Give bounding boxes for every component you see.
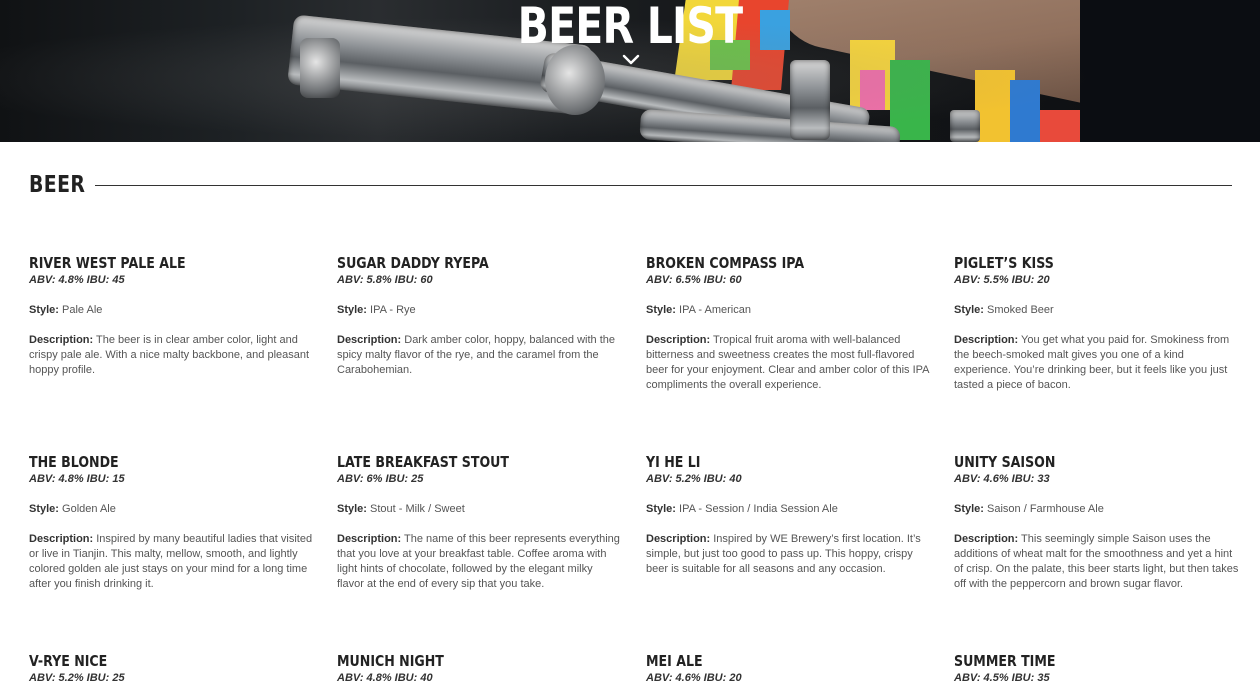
beer-item: YI HE LI ABV: 5.2% IBU: 40 Style: IPA - … — [646, 454, 931, 577]
beer-style: Style: IPA - American — [646, 303, 931, 317]
beer-style: Style: Stout - Milk / Sweet — [337, 502, 622, 516]
beer-tap — [790, 60, 830, 140]
beer-name: SUGAR DADDY RYEPA — [337, 254, 489, 272]
beer-name: LATE BREAKFAST STOUT — [337, 453, 510, 471]
beer-description: Description: Inspired by many beautiful … — [29, 532, 314, 592]
style-label: Style: — [954, 503, 984, 515]
beer-description: Description: Inspired by WE Brewery’s fi… — [646, 532, 931, 577]
beer-name: THE BLONDE — [29, 453, 119, 471]
style-label: Style: — [646, 503, 676, 515]
beer-description: Description: This seemingly simple Saiso… — [954, 532, 1239, 592]
beer-name: YI HE LI — [646, 453, 701, 471]
beer-item: THE BLONDE ABV: 4.8% IBU: 15 Style: Gold… — [29, 454, 314, 592]
beer-description: Description: Tropical fruit aroma with w… — [646, 333, 931, 393]
beer-item: SUMMER TIME ABV: 4.5% IBU: 35 — [954, 653, 1239, 685]
beer-description: Description: The name of this beer repre… — [337, 532, 622, 592]
beer-abv-ibu: ABV: 5.8% IBU: 60 — [337, 274, 433, 286]
beer-abv-ibu: ABV: 6% IBU: 25 — [337, 473, 424, 485]
beer-abv-ibu: ABV: 4.5% IBU: 35 — [954, 672, 1050, 684]
beer-item: PIGLET’S KISS ABV: 5.5% IBU: 20 Style: S… — [954, 255, 1239, 393]
beer-name: BROKEN COMPASS IPA — [646, 254, 805, 272]
style-label: Style: — [337, 304, 367, 316]
hero-banner: BEER LIST — [0, 0, 1260, 142]
beer-abv-ibu: ABV: 5.5% IBU: 20 — [954, 274, 1050, 286]
beer-item: MUNICH NIGHT ABV: 4.8% IBU: 40 — [337, 653, 622, 685]
beer-item: MEI ALE ABV: 4.6% IBU: 20 — [646, 653, 931, 685]
style-label: Style: — [29, 503, 59, 515]
beer-abv-ibu: ABV: 4.6% IBU: 20 — [646, 672, 742, 684]
beer-abv-ibu: ABV: 4.6% IBU: 33 — [954, 473, 1050, 485]
style-value: Smoked Beer — [987, 304, 1054, 316]
beer-style: Style: Saison / Farmhouse Ale — [954, 502, 1239, 516]
beer-item: RIVER WEST PALE ALE ABV: 4.8% IBU: 45 St… — [29, 255, 314, 378]
beer-style: Style: IPA - Rye — [337, 303, 622, 317]
beer-description: Description: Dark amber color, hoppy, ba… — [337, 333, 622, 378]
beer-style: Style: Pale Ale — [29, 303, 314, 317]
beer-abv-ibu: ABV: 4.8% IBU: 15 — [29, 473, 125, 485]
beer-abv-ibu: ABV: 4.8% IBU: 45 — [29, 274, 125, 286]
beer-name: V-RYE NICE — [29, 652, 108, 670]
beer-abv-ibu: ABV: 5.2% IBU: 40 — [646, 473, 742, 485]
section-divider — [95, 185, 1232, 186]
beer-item: V-RYE NICE ABV: 5.2% IBU: 25 — [29, 653, 314, 685]
beer-name: MUNICH NIGHT — [337, 652, 444, 670]
beer-item: BROKEN COMPASS IPA ABV: 6.5% IBU: 60 Sty… — [646, 255, 931, 393]
beer-tap — [950, 110, 980, 142]
beer-name: RIVER WEST PALE ALE — [29, 254, 186, 272]
description-label: Description: — [337, 334, 402, 346]
description-label: Description: — [29, 533, 94, 545]
style-label: Style: — [337, 503, 367, 515]
beer-style: Style: Golden Ale — [29, 502, 314, 516]
page-title: BEER LIST — [517, 0, 743, 55]
section-title: BEER — [29, 172, 86, 198]
description-label: Description: — [29, 334, 94, 346]
beer-description: Description: The beer is in clear amber … — [29, 333, 314, 378]
style-value: IPA - American — [679, 304, 751, 316]
beer-item: SUGAR DADDY RYEPA ABV: 5.8% IBU: 60 Styl… — [337, 255, 622, 378]
style-value: Golden Ale — [62, 503, 116, 515]
beer-abv-ibu: ABV: 6.5% IBU: 60 — [646, 274, 742, 286]
beer-name: UNITY SAISON — [954, 453, 1056, 471]
description-label: Description: — [954, 334, 1019, 346]
beer-abv-ibu: ABV: 4.8% IBU: 40 — [337, 672, 433, 684]
section-header: BEER — [29, 172, 1232, 202]
description-label: Description: — [337, 533, 402, 545]
description-label: Description: — [646, 533, 711, 545]
style-label: Style: — [646, 304, 676, 316]
chevron-down-icon[interactable] — [622, 54, 640, 66]
style-value: IPA - Session / India Session Ale — [679, 503, 838, 515]
style-label: Style: — [954, 304, 984, 316]
beer-style: Style: Smoked Beer — [954, 303, 1239, 317]
description-label: Description: — [954, 533, 1019, 545]
beer-name: PIGLET’S KISS — [954, 254, 1054, 272]
beer-name: MEI ALE — [646, 652, 703, 670]
style-label: Style: — [29, 304, 59, 316]
beer-item: UNITY SAISON ABV: 4.6% IBU: 33 Style: Sa… — [954, 454, 1239, 592]
beer-item: LATE BREAKFAST STOUT ABV: 6% IBU: 25 Sty… — [337, 454, 622, 592]
beer-name: SUMMER TIME — [954, 652, 1056, 670]
beer-style: Style: IPA - Session / India Session Ale — [646, 502, 931, 516]
description-label: Description: — [646, 334, 711, 346]
style-value: Pale Ale — [62, 304, 103, 316]
beer-description: Description: You get what you paid for. … — [954, 333, 1239, 393]
style-value: IPA - Rye — [370, 304, 416, 316]
beer-abv-ibu: ABV: 5.2% IBU: 25 — [29, 672, 125, 684]
style-value: Stout - Milk / Sweet — [370, 503, 465, 515]
style-value: Saison / Farmhouse Ale — [987, 503, 1104, 515]
